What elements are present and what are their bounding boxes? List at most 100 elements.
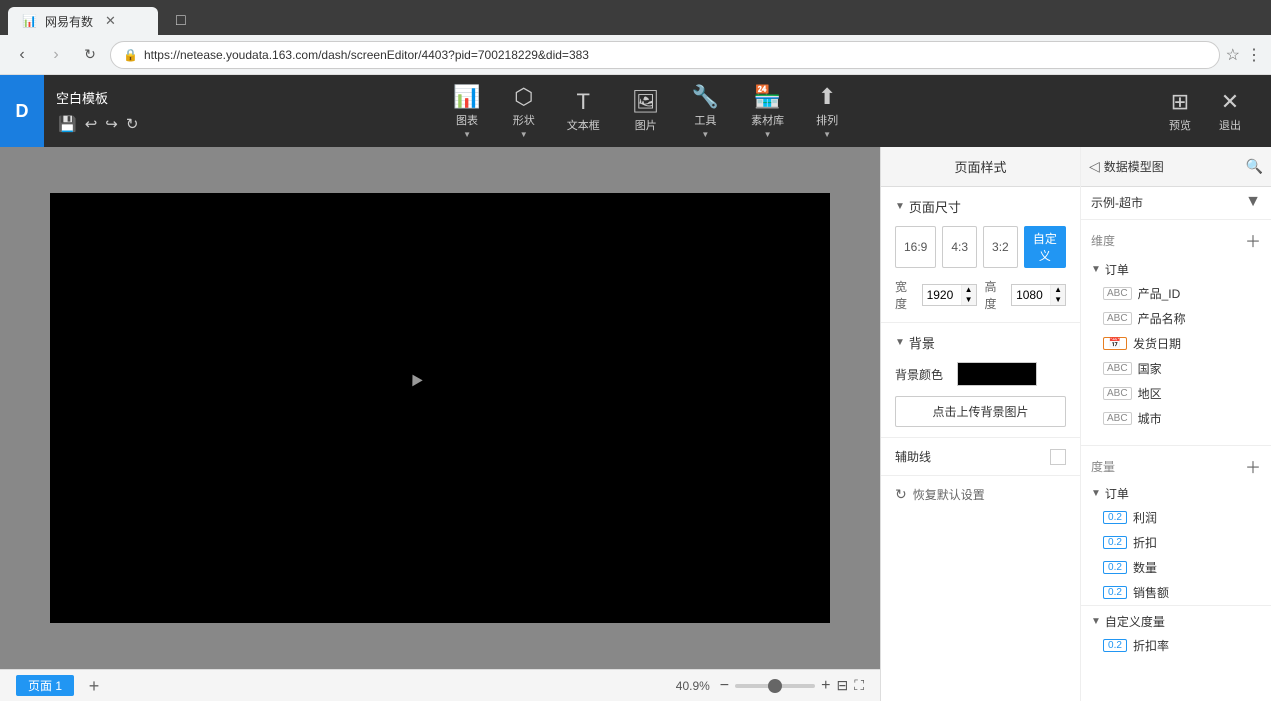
search-data-button[interactable]: 🔍: [1246, 158, 1263, 175]
arrange-icon: ⬆: [818, 84, 836, 110]
dim-type-badge-4: ABC: [1103, 387, 1132, 400]
measure-label-1: 折扣: [1133, 534, 1157, 551]
measure-group-arrow-icon: ▼: [1091, 488, 1101, 499]
add-measure-button[interactable]: ＋: [1245, 454, 1261, 478]
background-header[interactable]: ▼ 背景: [895, 333, 1066, 352]
toolbar-right: ⊞ 预览 ✕ 退出: [1139, 81, 1271, 141]
zoom-in-button[interactable]: +: [821, 677, 830, 695]
zoom-slider[interactable]: [735, 684, 815, 688]
color-swatch[interactable]: [957, 362, 1037, 386]
measure-type-badge-0: 0.2: [1103, 511, 1127, 524]
preview-tool[interactable]: ⊞ 预览: [1155, 81, 1205, 141]
menu-button[interactable]: ⋮: [1246, 45, 1263, 65]
size-custom-button[interactable]: 自定义: [1024, 226, 1066, 268]
dataset-dropdown-button[interactable]: ▼: [1245, 193, 1261, 211]
size-inputs: 宽度 ▲ ▼ 高度: [895, 278, 1066, 312]
zoom-out-button[interactable]: −: [720, 677, 729, 695]
main-area: 页面 1 + 40.9% − + ⊟ ⛶: [0, 147, 1271, 701]
image-tool[interactable]: 🖼 图片: [618, 81, 674, 141]
custom-measure-header[interactable]: ▼ 自定义度量: [1081, 610, 1271, 633]
width-input[interactable]: [923, 285, 961, 305]
assets-tool[interactable]: 🏪 素材库 ▼: [737, 76, 798, 147]
dim-item-1[interactable]: ABC 产品名称: [1081, 306, 1271, 331]
dim-item-0[interactable]: ABC 产品_ID: [1081, 281, 1271, 306]
textbox-label: 文本框: [567, 117, 600, 133]
reload-button[interactable]: ↻: [76, 41, 104, 69]
back-button[interactable]: ‹: [8, 41, 36, 69]
refresh-button[interactable]: ↻: [124, 113, 141, 135]
reset-label: 恢复默认设置: [913, 486, 985, 503]
measure-item-0[interactable]: 0.2 利润: [1081, 505, 1271, 530]
chart-tool[interactable]: 📊 图表 ▼: [439, 76, 494, 147]
width-down-button[interactable]: ▼: [962, 295, 976, 305]
measure-item-2[interactable]: 0.2 数量: [1081, 555, 1271, 580]
size-3-2-button[interactable]: 3:2: [983, 226, 1018, 268]
bottom-bar: 页面 1 + 40.9% − + ⊟ ⛶: [0, 669, 880, 701]
width-input-wrapper: ▲ ▼: [922, 284, 977, 306]
dim-item-2[interactable]: 📅 发货日期: [1081, 331, 1271, 356]
shape-arrow: ▼: [520, 130, 528, 139]
dimensions-title: 维度: [1091, 232, 1115, 249]
dim-type-badge-2: 📅: [1103, 337, 1127, 350]
quick-tools: 💾 ↩ ↪ ↻: [56, 113, 140, 135]
dim-item-5[interactable]: ABC 城市: [1081, 406, 1271, 431]
arrange-tool[interactable]: ⬆ 排列 ▼: [802, 76, 852, 147]
measure-item-1[interactable]: 0.2 折扣: [1081, 530, 1271, 555]
tool-label: 工具: [694, 112, 716, 128]
exit-label: 退出: [1219, 117, 1241, 133]
dim-label-3: 国家: [1138, 360, 1162, 377]
upload-bg-button[interactable]: 点击上传背景图片: [895, 396, 1066, 427]
canvas[interactable]: [50, 193, 830, 623]
image-icon: 🖼: [632, 89, 660, 115]
inactive-tab[interactable]: □: [162, 7, 200, 35]
gridline-checkbox[interactable]: [1050, 449, 1066, 465]
measure-item-3[interactable]: 0.2 销售额: [1081, 580, 1271, 605]
page-size-header[interactable]: ▼ 页面尺寸: [895, 197, 1066, 216]
fullscreen-button[interactable]: ⛶: [854, 677, 864, 694]
collapse-panel-button[interactable]: ◁: [1089, 158, 1100, 175]
page-style-tab-label[interactable]: 页面样式: [954, 157, 1006, 176]
tab-close-icon[interactable]: ✕: [105, 13, 116, 29]
redo-button[interactable]: ↪: [103, 113, 120, 135]
bg-color-label: 背景颜色: [895, 366, 947, 383]
dim-item-4[interactable]: ABC 地区: [1081, 381, 1271, 406]
add-dimension-button[interactable]: ＋: [1245, 228, 1261, 252]
height-up-button[interactable]: ▲: [1051, 285, 1065, 295]
tool-item[interactable]: 🔧 工具 ▼: [678, 76, 733, 147]
dim-item-3[interactable]: ABC 国家: [1081, 356, 1271, 381]
address-bar[interactable]: 🔒 https://netease.youdata.163.com/dash/s…: [110, 41, 1220, 69]
undo-button[interactable]: ↩: [83, 113, 100, 135]
measure-group-header[interactable]: ▼ 订单: [1081, 482, 1271, 505]
data-model-panel: ◁ 数据模型图 🔍 示例-超市 ▼ 维度 ＋: [1081, 147, 1271, 701]
active-tab-label: 网易有数: [45, 13, 93, 30]
right-panels: 页面样式 ▼ 页面尺寸 16:9 4:3 3:2 自定义: [880, 147, 1271, 701]
height-down-button[interactable]: ▼: [1051, 295, 1065, 305]
bookmark-button[interactable]: ☆: [1226, 45, 1240, 65]
height-input[interactable]: [1012, 285, 1050, 305]
active-tab[interactable]: 📊 网易有数 ✕: [8, 7, 158, 35]
zoom-slider-thumb[interactable]: [768, 679, 782, 693]
tool-arrow: ▼: [701, 130, 709, 139]
textbox-tool[interactable]: T 文本框: [553, 81, 614, 141]
forward-button[interactable]: ›: [42, 41, 70, 69]
save-button[interactable]: 💾: [56, 113, 79, 135]
shape-tool[interactable]: ⬡ 形状 ▼: [499, 76, 549, 147]
width-spinners: ▲ ▼: [961, 285, 976, 305]
exit-tool[interactable]: ✕ 退出: [1205, 81, 1255, 141]
reset-button[interactable]: ↻ 恢复默认设置: [895, 486, 1066, 503]
data-panel-header: ◁ 数据模型图 🔍: [1081, 147, 1271, 187]
width-up-button[interactable]: ▲: [962, 285, 976, 295]
zoom-area: 40.9% − + ⊟ ⛶: [676, 677, 864, 695]
data-model-tab-label[interactable]: 数据模型图: [1104, 158, 1242, 175]
logo-icon: D: [16, 101, 29, 122]
fit-view-button[interactable]: ⊟: [836, 677, 848, 694]
custom-measure-item-0[interactable]: 0.2 折扣率: [1081, 633, 1271, 658]
dataset-name: 示例-超市: [1091, 194, 1245, 211]
add-page-button[interactable]: +: [82, 674, 106, 698]
size-16-9-button[interactable]: 16:9: [895, 226, 936, 268]
size-4-3-button[interactable]: 4:3: [942, 226, 977, 268]
zoom-percent: 40.9%: [676, 679, 714, 693]
size-options: 16:9 4:3 3:2 自定义: [895, 226, 1066, 268]
page-tab[interactable]: 页面 1: [16, 675, 74, 696]
dim-group-header[interactable]: ▼ 订单: [1081, 258, 1271, 281]
